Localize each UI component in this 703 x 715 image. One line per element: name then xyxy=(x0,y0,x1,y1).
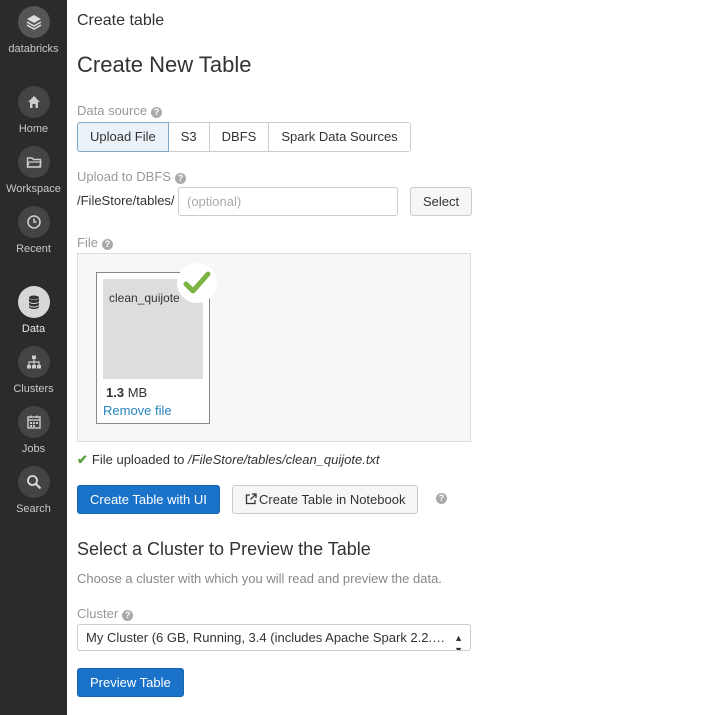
sidebar-item-label: Home xyxy=(18,123,49,135)
home-icon xyxy=(17,86,50,118)
create-table-ui-button[interactable]: Create Table with UI xyxy=(77,485,220,514)
folder-icon xyxy=(17,146,50,178)
cluster-icon xyxy=(17,346,50,378)
sidebar-item-label: Jobs xyxy=(21,443,46,455)
search-icon xyxy=(17,466,50,498)
dbfs-path-input[interactable] xyxy=(178,187,398,216)
create-table-notebook-label: Create Table in Notebook xyxy=(259,492,406,507)
layers-icon xyxy=(17,6,50,38)
sidebar-item-jobs[interactable]: Jobs xyxy=(0,406,67,455)
upload-status-path: /FileStore/tables/clean_quijote.txt xyxy=(188,452,380,467)
logo-label: databricks xyxy=(8,43,59,55)
calendar-icon xyxy=(17,406,50,438)
help-icon[interactable]: ? xyxy=(436,493,447,504)
cluster-label: Cluster? xyxy=(77,606,134,621)
sidebar-item-label: Recent xyxy=(16,243,51,255)
sidebar-item-label: Data xyxy=(21,323,46,335)
tab-dbfs[interactable]: DBFS xyxy=(209,123,270,151)
data-source-label-text: Data source xyxy=(77,103,148,118)
sidebar-item-search[interactable]: Search xyxy=(0,466,67,515)
page-title: Create New Table xyxy=(77,52,252,77)
file-name: clean_quijote xyxy=(109,291,180,305)
sidebar-item-workspace[interactable]: Workspace xyxy=(0,146,67,195)
select-arrows-icon: ▲ ▼ xyxy=(454,633,463,651)
path-prefix: /FileStore/tables/ xyxy=(77,193,175,208)
cluster-select[interactable]: My Cluster (6 GB, Running, 3.4 (includes… xyxy=(77,624,471,651)
tab-s3[interactable]: S3 xyxy=(168,123,210,151)
sidebar-item-clusters[interactable]: Clusters xyxy=(0,346,67,395)
sidebar-item-label: Search xyxy=(16,503,51,515)
upload-to-dbfs-label: Upload to DBFS? xyxy=(77,169,186,184)
upload-status: ✔ File uploaded to /FileStore/tables/clea… xyxy=(77,452,380,468)
upload-to-dbfs-label-text: Upload to DBFS xyxy=(77,169,171,184)
file-preview-card: clean_quijote 1.3 MB Remove file xyxy=(96,263,217,424)
cluster-label-text: Cluster xyxy=(77,606,119,621)
sidebar-item-home[interactable]: Home xyxy=(0,86,67,135)
file-size-value: 1.3 xyxy=(106,385,125,400)
upload-success-icon xyxy=(177,263,217,303)
upload-status-text: File uploaded to xyxy=(91,452,185,467)
cluster-section-description: Choose a cluster with which you will rea… xyxy=(77,571,442,586)
file-label: File? xyxy=(77,235,113,250)
tab-spark-data-sources[interactable]: Spark Data Sources xyxy=(269,123,410,151)
preview-table-button[interactable]: Preview Table xyxy=(77,668,184,697)
databricks-logo[interactable]: databricks xyxy=(0,6,67,55)
help-icon[interactable]: ? xyxy=(174,173,186,184)
sidebar-item-label: Clusters xyxy=(13,383,54,395)
select-button[interactable]: Select xyxy=(410,187,473,216)
main-content: Create table Create New Table Data sourc… xyxy=(67,0,703,715)
file-label-text: File xyxy=(77,235,98,250)
create-table-notebook-button[interactable]: Create Table in Notebook xyxy=(232,485,419,514)
data-source-tabs: Upload File S3 DBFS Spark Data Sources xyxy=(77,122,411,152)
breadcrumb: Create table xyxy=(77,12,165,29)
database-icon xyxy=(17,286,50,318)
file-dropzone[interactable]: clean_quijote 1.3 MB Remove file xyxy=(77,253,471,442)
help-icon[interactable]: ? xyxy=(151,107,163,118)
sidebar: databricks Home Workspace Recent Data Cl… xyxy=(0,0,67,715)
sidebar-item-label: Workspace xyxy=(6,183,61,195)
tab-upload-file[interactable]: Upload File xyxy=(77,122,169,152)
help-icon[interactable]: ? xyxy=(101,239,113,250)
clock-icon xyxy=(17,206,50,238)
cluster-select-value: My Cluster (6 GB, Running, 3.4 (includes… xyxy=(86,630,470,645)
cluster-section-title: Select a Cluster to Preview the Table xyxy=(77,539,371,559)
sidebar-item-data[interactable]: Data xyxy=(0,286,67,335)
checkmark-icon: ✔ xyxy=(77,452,88,467)
remove-file-link[interactable]: Remove file xyxy=(103,403,172,418)
help-icon[interactable]: ? xyxy=(122,610,134,621)
file-size: 1.3 MB xyxy=(106,385,147,400)
file-size-unit: MB xyxy=(127,385,148,400)
external-link-icon xyxy=(245,487,257,505)
sidebar-item-recent[interactable]: Recent xyxy=(0,206,67,255)
data-source-label: Data source? xyxy=(77,103,163,118)
